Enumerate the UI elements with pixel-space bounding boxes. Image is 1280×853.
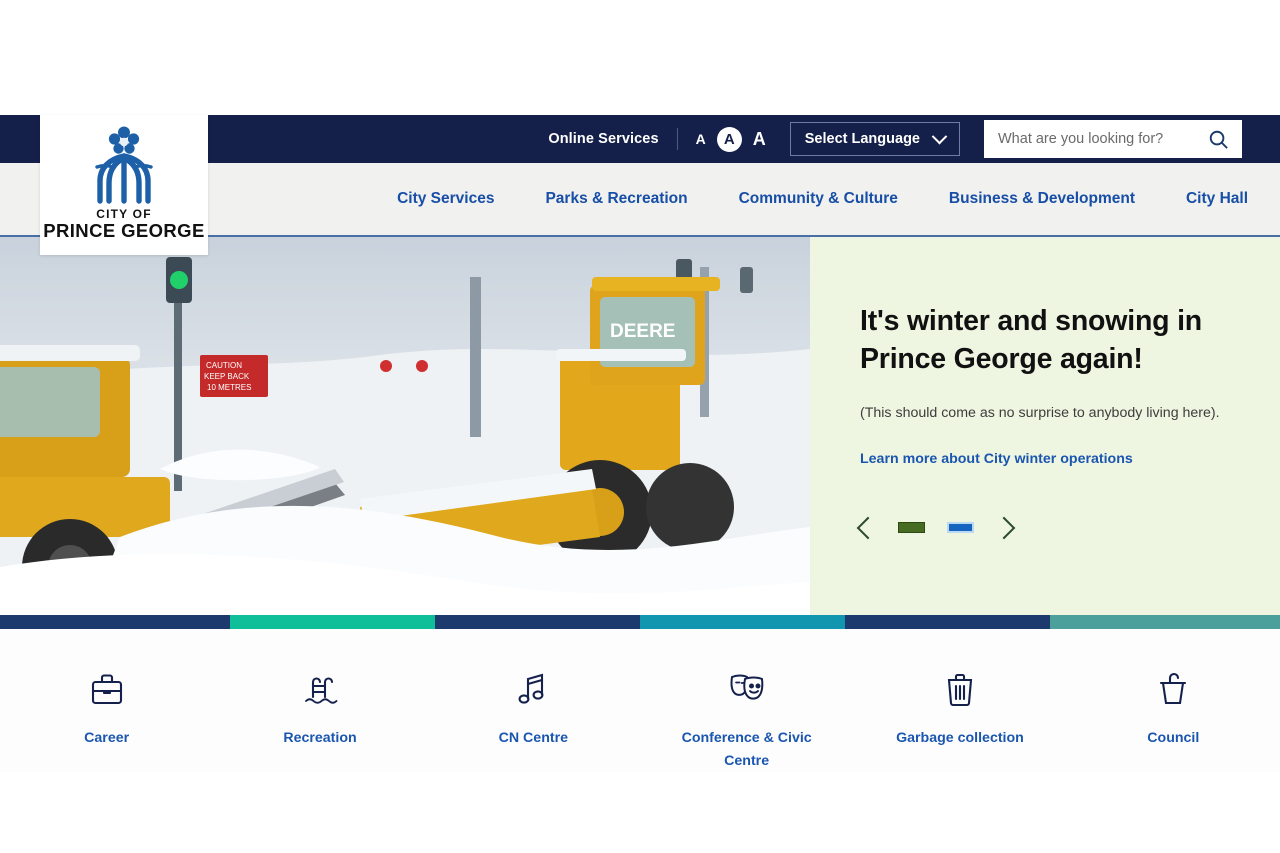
trash-can-icon <box>945 667 975 711</box>
quick-links-row: Career Recreation CN Centre Conference &… <box>0 629 1280 773</box>
online-services-link[interactable]: Online Services <box>548 131 658 147</box>
search-submit-button[interactable] <box>1205 128 1232 151</box>
nav-item-community-culture[interactable]: Community & Culture <box>739 190 898 208</box>
hero-text-panel: It's winter and snowing in Prince George… <box>810 237 1280 615</box>
quick-link-label: Garbage collection <box>896 730 1024 746</box>
page-root: Online Services A A A Select Language Ci… <box>0 0 1280 853</box>
search-input[interactable] <box>998 131 1205 147</box>
nav-item-parks-recreation[interactable]: Parks & Recreation <box>545 190 687 208</box>
chevron-down-icon <box>931 128 948 144</box>
color-bar-segment-6 <box>1050 615 1280 629</box>
hero-learn-more-link[interactable]: Learn more about City winter operations <box>860 451 1133 467</box>
color-bar-segment-5 <box>845 615 1050 629</box>
quick-link-label: Council <box>1147 730 1200 746</box>
carousel-controls <box>856 516 1280 540</box>
search-box[interactable] <box>984 120 1242 158</box>
color-bar-segment-3 <box>435 615 640 629</box>
hero-carousel: DEERE CAUTION KEEP BACK 10 METRES It's w… <box>0 237 1280 615</box>
hero-title: It's winter and snowing in Prince George… <box>860 305 1203 375</box>
hero-image: DEERE CAUTION KEEP BACK 10 METRES <box>0 237 810 615</box>
svg-text:10 METRES: 10 METRES <box>207 383 251 392</box>
nav-item-city-services[interactable]: City Services <box>397 190 494 208</box>
nav-item-business-development[interactable]: Business & Development <box>949 190 1135 208</box>
text-size-large-button[interactable]: A <box>753 130 766 148</box>
language-selector[interactable]: Select Language <box>789 122 960 156</box>
carousel-dot-1[interactable] <box>898 522 925 534</box>
top-blank-area <box>0 0 1280 115</box>
quick-link-career[interactable]: Career <box>0 667 213 772</box>
gavel-podium-icon <box>1158 667 1188 711</box>
quick-link-conference-civic-centre[interactable]: Conference & Civic Centre <box>640 667 853 772</box>
color-bar-segment-1 <box>0 615 230 629</box>
svg-text:KEEP BACK: KEEP BACK <box>204 372 250 381</box>
language-selector-label: Select Language <box>804 131 920 147</box>
quick-link-recreation[interactable]: Recreation <box>213 667 426 772</box>
logo-line-prince-george: PRINCE GEORGE <box>43 220 205 241</box>
hero-snowplow-illustration: DEERE CAUTION KEEP BACK 10 METRES <box>0 237 810 615</box>
music-note-icon <box>517 667 549 711</box>
quick-link-label: Conference & Civic Centre <box>681 730 812 769</box>
city-crest-icon <box>95 126 153 204</box>
quick-link-cn-centre[interactable]: CN Centre <box>427 667 640 772</box>
hero-subtitle: (This should come as no surprise to anyb… <box>860 404 1220 421</box>
text-size-small-button[interactable]: A <box>696 132 706 146</box>
accent-color-bar <box>0 615 1280 629</box>
carousel-dot-2[interactable] <box>947 522 974 534</box>
theatre-masks-icon <box>727 667 767 711</box>
quick-link-council[interactable]: Council <box>1067 667 1280 772</box>
search-icon <box>1209 130 1228 149</box>
pool-ladder-icon <box>302 667 338 711</box>
quick-link-label: Career <box>84 730 130 746</box>
logo-line-city-of: CITY OF <box>96 207 152 221</box>
text-size-medium-button[interactable]: A <box>716 126 742 152</box>
quick-link-label: CN Centre <box>498 730 568 746</box>
color-bar-segment-2 <box>230 615 435 629</box>
svg-text:CAUTION: CAUTION <box>206 361 242 370</box>
briefcase-icon <box>90 667 124 711</box>
svg-text:DEERE: DEERE <box>610 321 675 342</box>
nav-item-city-hall[interactable]: City Hall <box>1186 190 1248 208</box>
utility-divider <box>676 128 678 150</box>
color-bar-segment-4 <box>640 615 845 629</box>
chevron-right-icon[interactable] <box>992 516 1016 540</box>
quick-link-garbage-collection[interactable]: Garbage collection <box>853 667 1066 772</box>
quick-link-label: Recreation <box>283 730 357 746</box>
chevron-left-icon[interactable] <box>856 516 880 540</box>
site-logo[interactable]: CITY OF PRINCE GEORGE <box>40 115 208 255</box>
text-size-controls: A A A <box>696 126 766 152</box>
